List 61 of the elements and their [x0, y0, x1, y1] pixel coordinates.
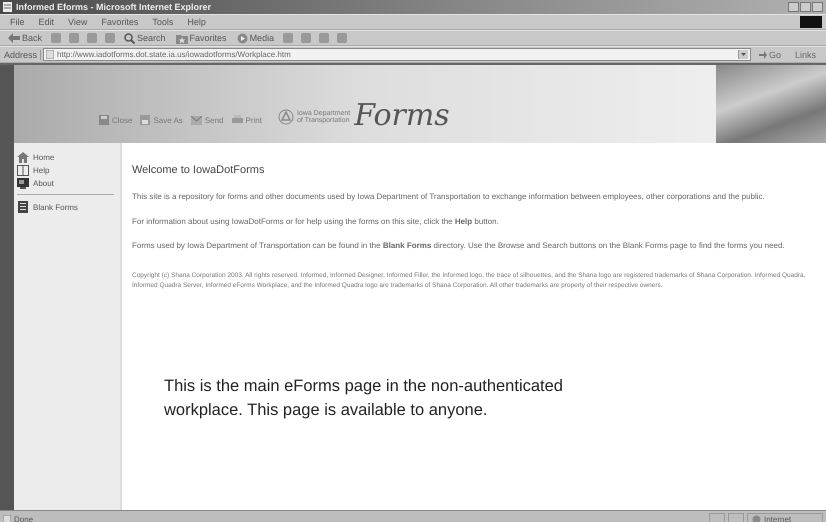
menu-item[interactable]: Tools	[146, 17, 180, 27]
menu-item[interactable]: File	[4, 17, 31, 27]
address-field[interactable]: http://www.iadotforms.dot.state.ia.us/iowadotforms/Workplace.htm	[43, 48, 751, 61]
toolbar-icon[interactable]	[283, 33, 294, 43]
sidebar-link[interactable]: Home	[17, 151, 120, 164]
star-folder-icon	[176, 32, 188, 44]
browser-logo-icon	[800, 16, 822, 28]
status-pane	[709, 512, 725, 522]
page-icon	[3, 2, 12, 12]
window-title: Informed Eforms - Microsoft Internet Explorer	[16, 2, 212, 12]
go-arrow-icon	[758, 50, 767, 58]
sidebar-link[interactable]: Blank Forms	[17, 200, 120, 214]
form-tool-button[interactable]: Close	[99, 115, 132, 125]
toolbar-icon[interactable]	[87, 33, 98, 43]
sidebar-link[interactable]: About	[17, 177, 120, 190]
house-icon	[17, 152, 29, 163]
printer-icon	[232, 115, 242, 125]
page-heading: Welcome to IowaDotForms	[132, 163, 266, 178]
search-icon	[124, 32, 136, 44]
close-button[interactable]	[812, 2, 823, 12]
envelope-icon	[190, 116, 202, 125]
media-icon	[236, 32, 248, 44]
book-icon	[17, 165, 29, 176]
paragraph: Forms used by Iowa Department of Transportation can be found in the Blank Forms directory. Use the Browse and Search buttons on the Blank Forms page to find the forms you need.	[132, 240, 786, 251]
triangle-seal-icon	[278, 109, 294, 125]
toolbar-button[interactable]: Back	[4, 33, 46, 43]
address-label: Address	[4, 50, 42, 60]
toolbar-icon[interactable]	[337, 33, 348, 43]
toolbar-button[interactable]: Media	[232, 32, 278, 44]
menu-item[interactable]: Edit	[32, 17, 60, 27]
toolbar-icon[interactable]	[319, 33, 330, 43]
caption-text: This is the main eForms page in the non-authenticated workplace. This page is available to anyone.	[164, 376, 564, 421]
paragraph: For information about using IowaDotForms or for help using the forms on this site, click the Help button.	[132, 216, 500, 227]
dropdown-arrow-icon[interactable]	[738, 50, 748, 59]
forms-logo: Forms	[354, 98, 450, 133]
links-button[interactable]: Links	[788, 50, 822, 60]
back-arrow-icon	[8, 33, 20, 43]
toolbar-icon[interactable]	[51, 33, 62, 43]
toolbar-icon[interactable]	[301, 33, 312, 43]
zone-label: Internet	[764, 514, 792, 522]
paragraph: This site is a repository for forms and other documents used by Iowa Department of Transportation to exchange information between employees, other corporations and the public.	[132, 191, 766, 203]
menu-item[interactable]: Help	[181, 17, 212, 27]
form-tool-button[interactable]: Send	[190, 116, 224, 125]
sidebar-link[interactable]: Help	[17, 164, 120, 177]
status-text: Done	[14, 514, 34, 522]
toolbar-icon[interactable]	[105, 33, 116, 43]
toolbar-icon[interactable]	[69, 33, 80, 43]
toolbar-button[interactable]: Search	[120, 32, 170, 44]
page-icon	[46, 50, 54, 59]
status-pane	[728, 512, 744, 522]
minimize-button[interactable]	[788, 2, 799, 12]
form-tool-button[interactable]: Print	[232, 115, 262, 125]
menu-item[interactable]: View	[62, 17, 94, 27]
go-button[interactable]: Go	[752, 50, 787, 60]
page-icon	[3, 514, 11, 522]
menu-item[interactable]: Favorites	[95, 17, 144, 27]
monitor-icon	[17, 178, 29, 189]
forms-stack-icon	[17, 201, 29, 213]
maximize-button[interactable]	[800, 2, 811, 12]
toolbar-button[interactable]: Favorites	[172, 32, 231, 44]
form-tool-button[interactable]: Save As	[140, 115, 183, 125]
